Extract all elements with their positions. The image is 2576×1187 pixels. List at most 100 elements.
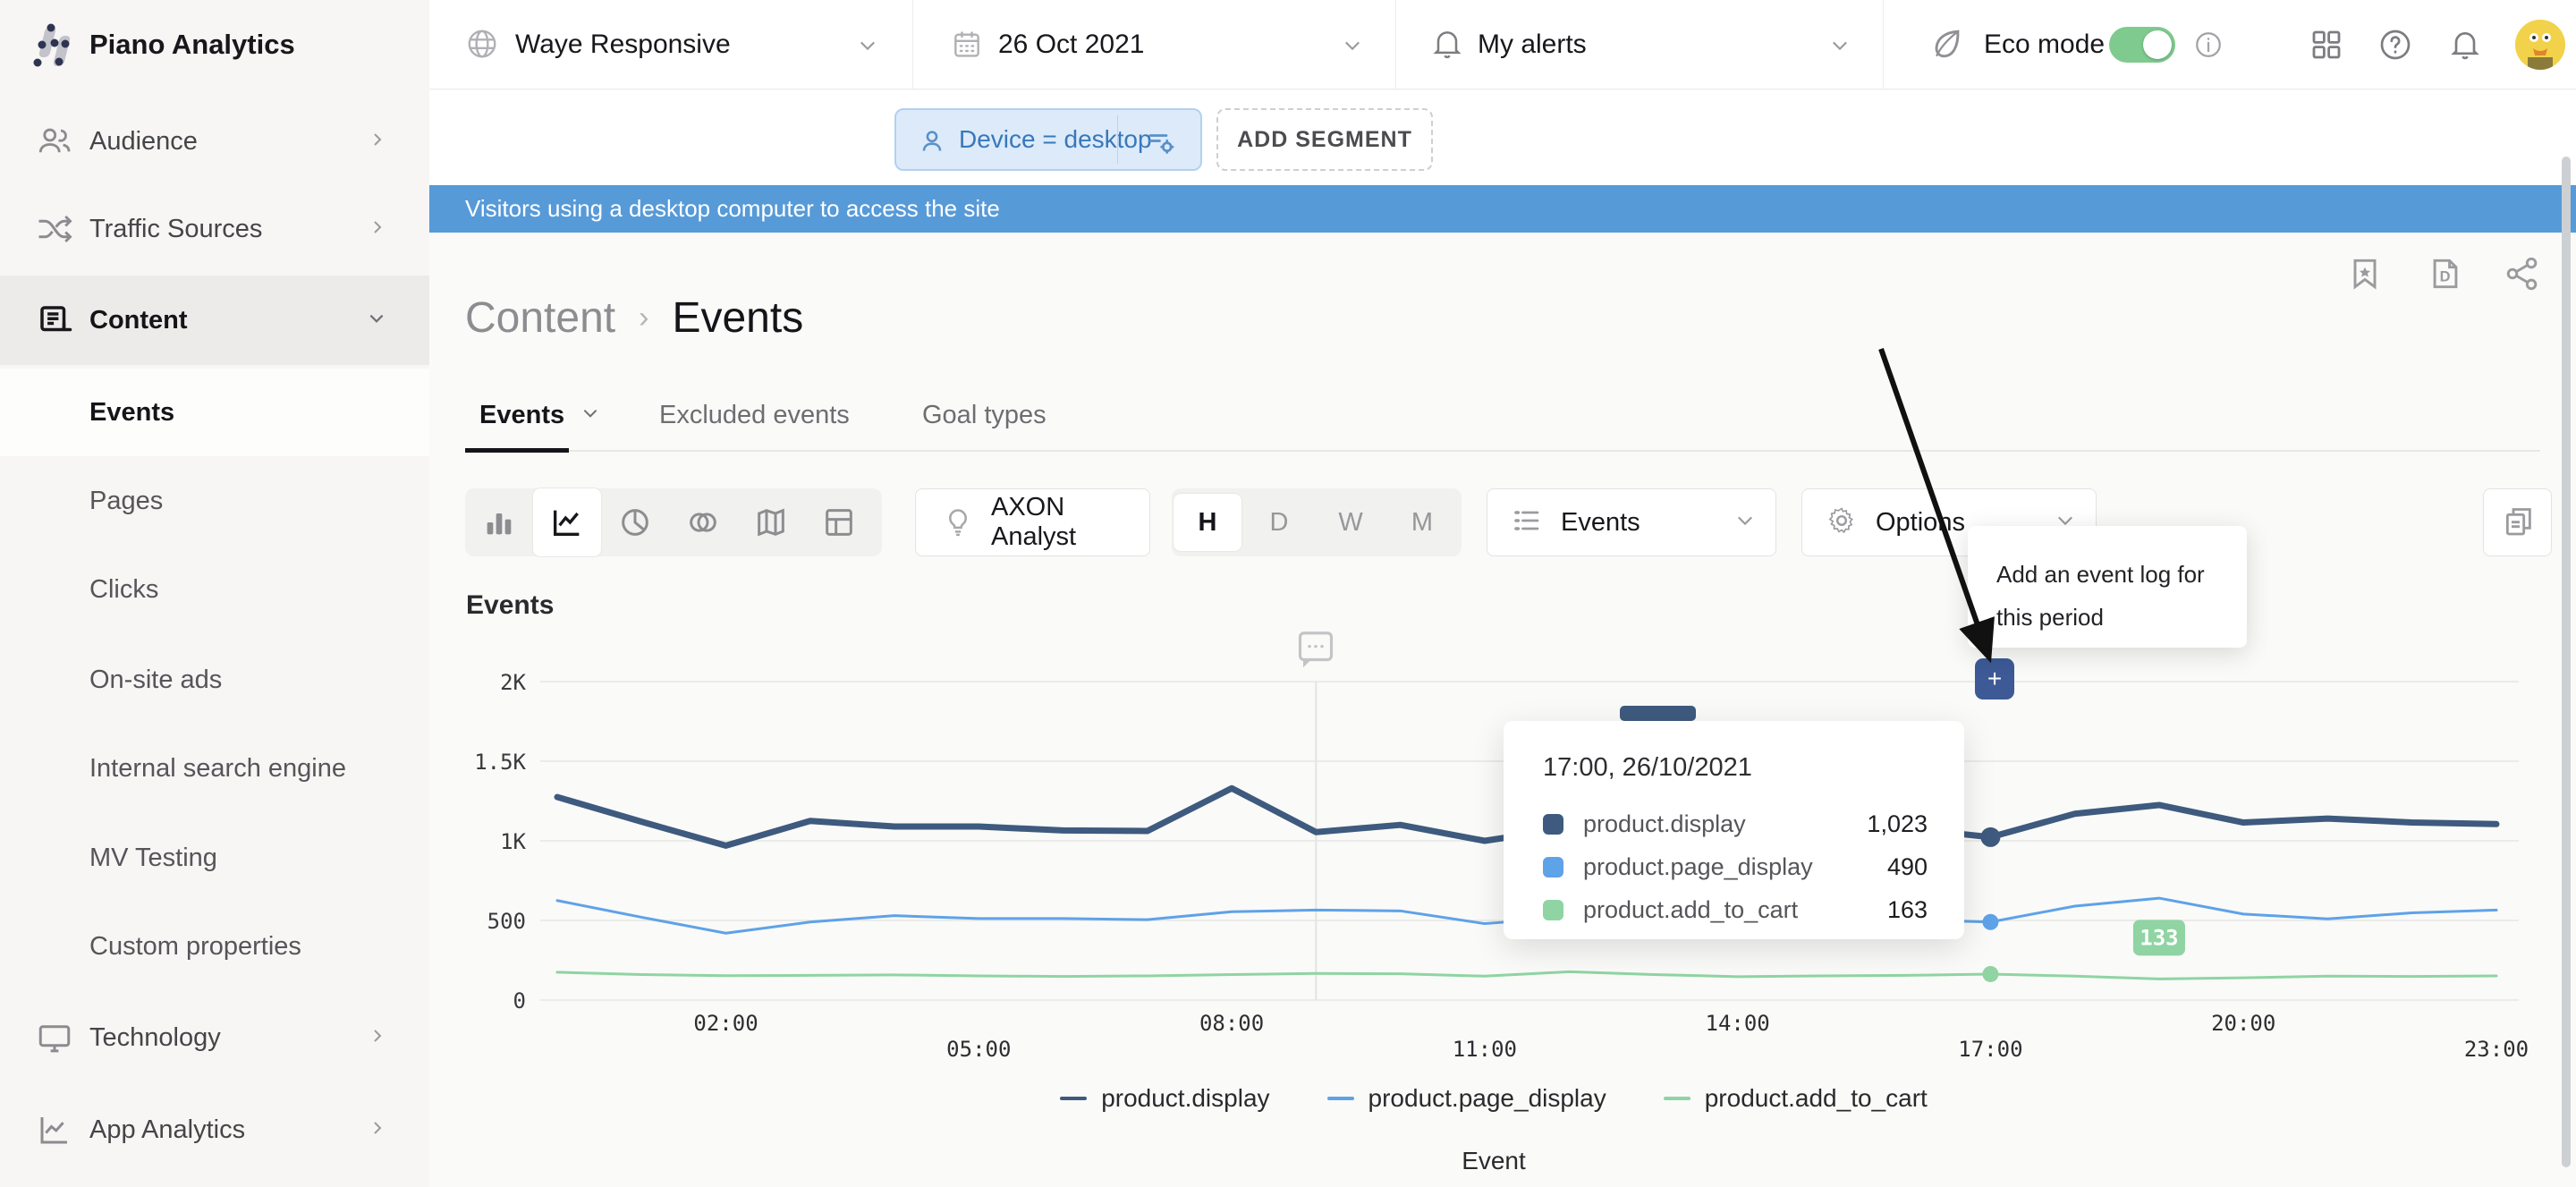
chart-legend: product.display product.page_display pro…: [447, 1084, 2540, 1113]
bar-chart-icon[interactable]: [465, 488, 533, 556]
share-icon[interactable]: [2503, 254, 2542, 293]
app-name: Piano Analytics: [89, 29, 295, 61]
segment-description-banner: Visitors using a desktop computer to acc…: [429, 185, 2576, 233]
top-bar: Waye Responsive 26 Oct 2021 My alerts Ec…: [429, 0, 2576, 89]
sidebar-item-events[interactable]: Events: [0, 369, 429, 456]
avatar[interactable]: [2515, 20, 2565, 70]
chart-tooltip-title: 17:00, 26/10/2021: [1543, 753, 1752, 783]
sidebar-item-mv-testing[interactable]: MV Testing: [0, 813, 429, 903]
help-icon[interactable]: [2377, 27, 2413, 67]
series-swatch: [1543, 900, 1563, 920]
sidebar-item-pages[interactable]: Pages: [0, 456, 429, 546]
legend-item-product-add-to-cart[interactable]: product.add_to_cart: [1664, 1084, 1928, 1113]
eco-mode-toggle[interactable]: [2109, 27, 2175, 63]
sidebar-item-technology[interactable]: Technology: [0, 993, 429, 1082]
sidebar-item-custom-properties[interactable]: Custom properties: [0, 902, 429, 991]
svg-text:20:00: 20:00: [2211, 1011, 2275, 1036]
segment-settings-icon[interactable]: [1145, 126, 1177, 163]
report-doc-icon[interactable]: D: [2426, 254, 2465, 293]
active-tab-underline: [465, 448, 569, 453]
sidebar-item-onsite-ads[interactable]: On-site ads: [0, 635, 429, 725]
alerts-selector[interactable]: My alerts: [1478, 0, 1587, 89]
map-icon[interactable]: [737, 488, 805, 556]
metric-dropdown[interactable]: Events: [1487, 488, 1776, 556]
person-icon: [916, 125, 948, 162]
monitor-icon: [34, 1017, 75, 1058]
page-title: Events: [672, 293, 803, 343]
chevron-down-icon[interactable]: [857, 35, 878, 61]
svg-text:08:00: 08:00: [1199, 1011, 1264, 1036]
svg-text:D: D: [2440, 268, 2451, 284]
add-event-log-button[interactable]: +: [1975, 658, 2014, 699]
chart-tooltip-row: product.display 1,023: [1543, 809, 1928, 839]
svg-text:500: 500: [487, 909, 526, 934]
granularity-month[interactable]: M: [1386, 508, 1458, 538]
add-segment-button[interactable]: ADD SEGMENT: [1216, 108, 1433, 171]
table-icon[interactable]: [805, 488, 873, 556]
granularity-hour[interactable]: H: [1174, 494, 1241, 551]
app-logo[interactable]: Piano Analytics: [0, 0, 429, 89]
bell-icon: [1429, 25, 1465, 65]
legend-dash: [1060, 1097, 1087, 1100]
chart-tooltip-row: product.page_display 490: [1543, 852, 1928, 882]
granularity-week[interactable]: W: [1315, 508, 1386, 538]
document-icon: [34, 300, 75, 341]
tab-excluded-events[interactable]: Excluded events: [659, 380, 850, 450]
axon-analyst-button[interactable]: AXON Analyst: [915, 488, 1150, 556]
chevron-right-icon: [369, 1027, 386, 1049]
sidebar-item-content[interactable]: Content: [0, 276, 429, 365]
scrollbar-thumb[interactable]: [2562, 157, 2571, 1167]
site-selector[interactable]: Waye Responsive: [515, 0, 731, 89]
sidebar-item-audience[interactable]: Audience: [0, 97, 429, 186]
piano-logo-icon: [34, 24, 75, 65]
segment-chip[interactable]: Device = desktop: [894, 108, 1202, 171]
tab-goal-types[interactable]: Goal types: [922, 380, 1046, 450]
chart-tooltip: 17:00, 26/10/2021 product.display 1,023 …: [1504, 721, 1964, 939]
chevron-down-icon[interactable]: [1829, 35, 1851, 61]
page-scrollbar[interactable]: [2560, 0, 2572, 1187]
x-axis-title: Event: [447, 1147, 2540, 1175]
chart-tooltip-row: product.add_to_cart 163: [1543, 894, 1928, 925]
venn-icon[interactable]: [669, 488, 737, 556]
chevron-down-icon: [1734, 510, 1756, 536]
chevron-down-icon: [580, 401, 600, 430]
segment-description-text: Visitors using a desktop computer to acc…: [465, 195, 1000, 223]
breadcrumb: Content › Events: [465, 286, 803, 349]
list-icon: [1511, 504, 1543, 541]
series-swatch: [1543, 814, 1563, 835]
bookmark-icon[interactable]: [2345, 254, 2385, 293]
comment-bubble-icon[interactable]: [1297, 630, 1335, 671]
annotation-tooltip-line2: this period: [1996, 596, 2247, 639]
date-selector[interactable]: 26 Oct 2021: [998, 0, 1144, 89]
legend-item-product-page-display[interactable]: product.page_display: [1327, 1084, 1606, 1113]
svg-text:05:00: 05:00: [946, 1037, 1011, 1062]
line-chart-icon[interactable]: [533, 488, 601, 556]
apps-grid-icon[interactable]: [2308, 26, 2345, 68]
eco-mode-label: Eco mode: [1984, 0, 2105, 89]
legend-dash: [1327, 1097, 1354, 1100]
svg-text:14:00: 14:00: [1706, 1011, 1770, 1036]
chevron-down-icon[interactable]: [1342, 35, 1363, 61]
svg-text:2K: 2K: [500, 670, 526, 695]
annotation-tooltip-line1: Add an event log for: [1996, 553, 2247, 596]
svg-text:11:00: 11:00: [1453, 1037, 1517, 1062]
sidebar-item-traffic-sources[interactable]: Traffic Sources: [0, 184, 429, 274]
info-icon[interactable]: [2193, 30, 2224, 64]
svg-text:1.5K: 1.5K: [474, 750, 526, 775]
globe-icon: [465, 27, 499, 65]
copy-icon: [2500, 503, 2536, 543]
people-icon: [34, 121, 75, 162]
chevron-right-icon: [369, 218, 386, 241]
pie-chart-icon[interactable]: [601, 488, 669, 556]
tab-events[interactable]: Events: [479, 380, 600, 450]
breadcrumb-parent[interactable]: Content: [465, 293, 615, 343]
legend-item-product-display[interactable]: product.display: [1060, 1084, 1269, 1113]
sidebar-item-clicks[interactable]: Clicks: [0, 545, 429, 634]
svg-text:0: 0: [513, 988, 526, 1013]
sidebar-item-internal-search[interactable]: Internal search engine: [0, 724, 429, 813]
granularity-day[interactable]: D: [1243, 508, 1315, 538]
sidebar-item-app-analytics[interactable]: App Analytics: [0, 1085, 429, 1174]
copy-report-button[interactable]: [2483, 488, 2552, 556]
notifications-bell-icon[interactable]: [2447, 26, 2483, 66]
events-line-chart[interactable]: 05001K1.5K2K02:0008:0014:0020:0005:0011:…: [429, 581, 2576, 1082]
